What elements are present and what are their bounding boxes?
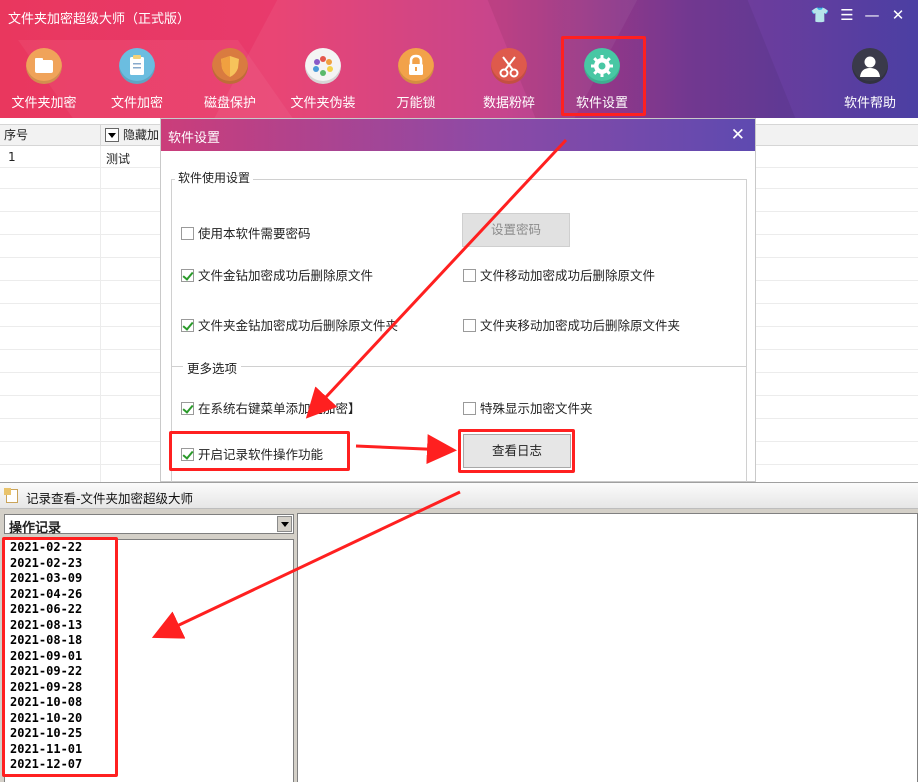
checkbox-box[interactable] [181, 227, 194, 240]
log-type-select[interactable]: 操作记录 [4, 514, 294, 536]
option-folder-move-delete[interactable]: 文件夹移动加密成功后删除原文件夹 [463, 315, 680, 334]
folder-icon [26, 48, 62, 84]
require-password-checkbox[interactable]: 使用本软件需要密码 [181, 223, 311, 242]
more-options-title: 更多选项 [183, 358, 242, 377]
option-folder-gold-delete[interactable]: 文件夹金钻加密成功后删除原文件夹 [181, 315, 398, 334]
tool-master-lock[interactable]: 万能锁 [377, 48, 455, 114]
checkbox-label: 文件移动加密成功后删除原文件 [480, 268, 656, 283]
checkbox-box[interactable] [463, 319, 476, 332]
lock-icon [398, 48, 434, 84]
tool-label: 软件帮助 [843, 96, 896, 111]
app-header: 文件夹加密超级大师（正式版） 👕 ☰ — ✕ 文件夹加密 文件加密 磁盘保护 文… [0, 0, 918, 118]
tool-label: 万能锁 [396, 96, 436, 111]
checkbox-label: 特殊显示加密文件夹 [480, 401, 593, 416]
checkbox-box[interactable] [463, 269, 476, 282]
skin-icon[interactable]: 👕 [810, 5, 830, 25]
col-hidden[interactable]: 隐藏加 [101, 125, 161, 146]
document-icon [4, 488, 18, 503]
log-window-titlebar: 记录查看-文件夹加密超级大师 [0, 483, 918, 509]
tool-label: 文件加密 [110, 96, 163, 111]
dialog-title: 软件设置 [168, 131, 221, 146]
app-title: 文件夹加密超级大师（正式版） [8, 12, 191, 27]
filter-dropdown-icon[interactable] [105, 128, 119, 142]
chevron-down-icon[interactable] [277, 516, 292, 532]
tool-help[interactable]: 软件帮助 [831, 48, 909, 114]
close-button[interactable]: ✕ [888, 5, 908, 25]
context-menu-checkbox[interactable]: 在系统右键菜单添加【加密】 [181, 398, 361, 417]
checkbox-box[interactable] [463, 402, 476, 415]
row-index: 1 [8, 150, 16, 164]
tool-label: 磁盘保护 [203, 96, 256, 111]
more-options-divider [171, 366, 747, 367]
view-log-highlight-box [458, 429, 575, 473]
row-name: 测试 [106, 152, 131, 166]
checkbox-box[interactable] [181, 269, 194, 282]
minimize-button[interactable]: — [862, 5, 882, 25]
tool-data-shred[interactable]: 数据粉碎 [470, 48, 548, 114]
checkbox-label: 使用本软件需要密码 [198, 226, 311, 241]
checkbox-box[interactable] [181, 402, 194, 415]
tool-folder-encrypt[interactable]: 文件夹加密 [5, 48, 83, 114]
tool-label: 文件夹加密 [11, 96, 77, 111]
shield-icon [212, 48, 248, 84]
settings-highlight-box [561, 36, 646, 116]
special-display-checkbox[interactable]: 特殊显示加密文件夹 [463, 398, 593, 417]
option-file-gold-delete[interactable]: 文件金钻加密成功后删除原文件 [181, 265, 373, 284]
log-list-highlight-box [2, 537, 118, 777]
checkbox-label: 文件夹移动加密成功后删除原文件夹 [480, 318, 681, 333]
tool-folder-disguise[interactable]: 文件夹伪装 [284, 48, 362, 114]
option-file-move-delete[interactable]: 文件移动加密成功后删除原文件 [463, 265, 655, 284]
col-hidden-label: 隐藏加 [123, 128, 160, 142]
group-title: 软件使用设置 [175, 169, 254, 186]
tool-label: 数据粉碎 [482, 96, 535, 111]
checkbox-label: 文件夹金钻加密成功后删除原文件夹 [198, 318, 399, 333]
scissors-icon [491, 48, 527, 84]
tool-disk-protect[interactable]: 磁盘保护 [191, 48, 269, 114]
enable-log-highlight-box [169, 431, 350, 471]
menu-icon[interactable]: ☰ [837, 5, 857, 25]
col-index[interactable]: 序号 [0, 125, 101, 146]
dialog-close-icon[interactable]: ✕ [731, 125, 745, 145]
document-icon [119, 48, 155, 84]
checkbox-box[interactable] [181, 319, 194, 332]
user-icon [852, 48, 888, 84]
palette-icon [305, 48, 341, 84]
settings-dialog: 软件设置 ✕ 软件使用设置 使用本软件需要密码 设置密码 文件金钻加密成功后删除… [160, 118, 756, 483]
log-window-title: 记录查看-文件夹加密超级大师 [26, 491, 194, 506]
log-viewer-window: 记录查看-文件夹加密超级大师 操作记录 2021-02-22 2021-02-2… [0, 482, 918, 782]
tool-file-encrypt[interactable]: 文件加密 [98, 48, 176, 114]
dialog-titlebar: 软件设置 ✕ [161, 119, 755, 151]
tool-label: 文件夹伪装 [290, 96, 356, 111]
log-type-value: 操作记录 [9, 521, 62, 536]
set-password-button[interactable]: 设置密码 [462, 213, 570, 247]
log-content-pane[interactable] [297, 513, 918, 782]
checkbox-label: 在系统右键菜单添加【加密】 [198, 401, 361, 416]
checkbox-label: 文件金钻加密成功后删除原文件 [198, 268, 374, 283]
